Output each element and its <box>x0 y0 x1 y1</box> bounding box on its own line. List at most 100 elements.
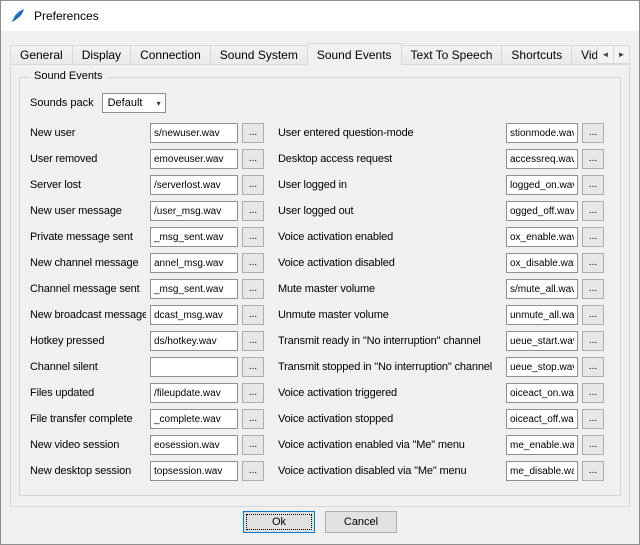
window-title: Preferences <box>34 9 99 23</box>
event-row: Transmit stopped in "No interruption" ch… <box>278 354 612 380</box>
event-row: User logged in... <box>278 172 612 198</box>
user-removed-browse-button[interactable]: ... <box>242 149 264 169</box>
events-column-left: New user...User removed...Server lost...… <box>30 120 274 484</box>
new-video-session-input[interactable] <box>150 435 238 455</box>
voice-activation-disabled-via-me-menu-browse-button[interactable]: ... <box>582 461 604 481</box>
user-logged-in-browse-button[interactable]: ... <box>582 175 604 195</box>
chevron-down-icon: ▾ <box>157 99 161 108</box>
new-user-input[interactable] <box>150 123 238 143</box>
cancel-button[interactable]: Cancel <box>325 511 397 533</box>
mute-master-volume-input[interactable] <box>506 279 578 299</box>
tab-display[interactable]: Display <box>72 45 131 65</box>
user-entered-question-mode-browse-button[interactable]: ... <box>582 123 604 143</box>
tab-sound-system[interactable]: Sound System <box>210 45 308 65</box>
voice-activation-triggered-input[interactable] <box>506 383 578 403</box>
mute-master-volume-label: Mute master volume <box>278 283 502 295</box>
tab-text-to-speech[interactable]: Text To Speech <box>401 45 503 65</box>
new-channel-message-input[interactable] <box>150 253 238 273</box>
voice-activation-stopped-label: Voice activation stopped <box>278 413 502 425</box>
transmit-stopped-in-no-interruption-channel-input[interactable] <box>506 357 578 377</box>
file-transfer-complete-browse-button[interactable]: ... <box>242 409 264 429</box>
tab-scroll-left-button[interactable]: ◄ <box>597 45 614 64</box>
sounds-pack-select[interactable]: Default ▾ <box>102 93 166 113</box>
new-desktop-session-browse-button[interactable]: ... <box>242 461 264 481</box>
server-lost-browse-button[interactable]: ... <box>242 175 264 195</box>
new-user-message-input[interactable] <box>150 201 238 221</box>
user-logged-out-input[interactable] <box>506 201 578 221</box>
voice-activation-disabled-via-me-menu-input[interactable] <box>506 461 578 481</box>
voice-activation-stopped-browse-button[interactable]: ... <box>582 409 604 429</box>
files-updated-label: Files updated <box>30 387 146 399</box>
user-logged-out-browse-button[interactable]: ... <box>582 201 604 221</box>
hotkey-pressed-label: Hotkey pressed <box>30 335 146 347</box>
voice-activation-stopped-input[interactable] <box>506 409 578 429</box>
user-logged-out-label: User logged out <box>278 205 502 217</box>
unmute-master-volume-browse-button[interactable]: ... <box>582 305 604 325</box>
private-message-sent-browse-button[interactable]: ... <box>242 227 264 247</box>
groupbox-title: Sound Events <box>30 70 107 82</box>
event-row: Server lost... <box>30 172 274 198</box>
desktop-access-request-browse-button[interactable]: ... <box>582 149 604 169</box>
sounds-pack-row: Sounds pack Default ▾ <box>30 92 612 114</box>
new-broadcast-message-label: New broadcast message <box>30 309 146 321</box>
event-row: New desktop session... <box>30 458 274 484</box>
new-video-session-browse-button[interactable]: ... <box>242 435 264 455</box>
user-entered-question-mode-input[interactable] <box>506 123 578 143</box>
user-logged-in-input[interactable] <box>506 175 578 195</box>
channel-message-sent-input[interactable] <box>150 279 238 299</box>
user-logged-in-label: User logged in <box>278 179 502 191</box>
transmit-stopped-in-no-interruption-channel-browse-button[interactable]: ... <box>582 357 604 377</box>
event-row: Voice activation disabled... <box>278 250 612 276</box>
tab-general[interactable]: General <box>10 45 73 65</box>
channel-silent-browse-button[interactable]: ... <box>242 357 264 377</box>
event-row: Voice activation enabled... <box>278 224 612 250</box>
tab-sound-events[interactable]: Sound Events <box>307 43 402 65</box>
ok-button[interactable]: Ok <box>243 511 315 533</box>
server-lost-input[interactable] <box>150 175 238 195</box>
unmute-master-volume-label: Unmute master volume <box>278 309 502 321</box>
new-broadcast-message-browse-button[interactable]: ... <box>242 305 264 325</box>
voice-activation-disabled-input[interactable] <box>506 253 578 273</box>
new-desktop-session-input[interactable] <box>150 461 238 481</box>
voice-activation-enabled-browse-button[interactable]: ... <box>582 227 604 247</box>
voice-activation-enabled-input[interactable] <box>506 227 578 247</box>
voice-activation-enabled-via-me-menu-browse-button[interactable]: ... <box>582 435 604 455</box>
tab-scroll-right-button[interactable]: ► <box>613 45 630 64</box>
event-row: User entered question-mode... <box>278 120 612 146</box>
voice-activation-disabled-browse-button[interactable]: ... <box>582 253 604 273</box>
hotkey-pressed-input[interactable] <box>150 331 238 351</box>
hotkey-pressed-browse-button[interactable]: ... <box>242 331 264 351</box>
new-video-session-label: New video session <box>30 439 146 451</box>
private-message-sent-input[interactable] <box>150 227 238 247</box>
voice-activation-enabled-via-me-menu-input[interactable] <box>506 435 578 455</box>
voice-activation-enabled-label: Voice activation enabled <box>278 231 502 243</box>
files-updated-browse-button[interactable]: ... <box>242 383 264 403</box>
user-entered-question-mode-label: User entered question-mode <box>278 127 502 139</box>
user-removed-input[interactable] <box>150 149 238 169</box>
new-user-message-label: New user message <box>30 205 146 217</box>
voice-activation-disabled-via-me-menu-label: Voice activation disabled via "Me" menu <box>278 465 502 477</box>
event-row: Voice activation disabled via "Me" menu.… <box>278 458 612 484</box>
voice-activation-triggered-browse-button[interactable]: ... <box>582 383 604 403</box>
event-row: Unmute master volume... <box>278 302 612 328</box>
new-channel-message-browse-button[interactable]: ... <box>242 253 264 273</box>
channel-message-sent-browse-button[interactable]: ... <box>242 279 264 299</box>
transmit-ready-in-no-interruption-channel-browse-button[interactable]: ... <box>582 331 604 351</box>
new-broadcast-message-input[interactable] <box>150 305 238 325</box>
new-user-browse-button[interactable]: ... <box>242 123 264 143</box>
files-updated-input[interactable] <box>150 383 238 403</box>
event-row: Hotkey pressed... <box>30 328 274 354</box>
unmute-master-volume-input[interactable] <box>506 305 578 325</box>
tab-shortcuts[interactable]: Shortcuts <box>501 45 572 65</box>
tab-connection[interactable]: Connection <box>130 45 211 65</box>
channel-silent-input[interactable] <box>150 357 238 377</box>
new-user-message-browse-button[interactable]: ... <box>242 201 264 221</box>
file-transfer-complete-input[interactable] <box>150 409 238 429</box>
private-message-sent-label: Private message sent <box>30 231 146 243</box>
mute-master-volume-browse-button[interactable]: ... <box>582 279 604 299</box>
desktop-access-request-input[interactable] <box>506 149 578 169</box>
user-removed-label: User removed <box>30 153 146 165</box>
event-row: New user... <box>30 120 274 146</box>
event-row: New user message... <box>30 198 274 224</box>
transmit-ready-in-no-interruption-channel-input[interactable] <box>506 331 578 351</box>
